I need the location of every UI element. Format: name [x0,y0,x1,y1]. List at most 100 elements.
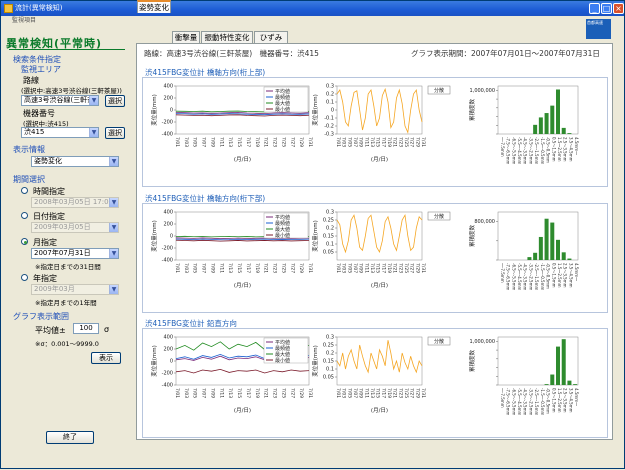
x-tick-label: 7/21 [263,263,269,273]
y-tick-label: -200 [162,246,173,252]
bin-label: -2.5〜-1.5mm [534,137,539,165]
x-axis-label: (月/日) [234,156,251,163]
x-tick-label: 7/13 [227,388,233,398]
y-tick-label: 200 [163,347,173,353]
bin-label: 〜-7.5mm [500,137,505,157]
x-tick-label: 7/05 [192,388,198,398]
x-tick-label: 7/21 [263,137,269,147]
x-tick-label: 7/01 [174,263,180,273]
x-tick-label: 7/19 [386,137,392,147]
x-tick-label: 7/23 [272,388,278,398]
x-tick-label: 7/23 [272,137,278,147]
histogram-bar [556,89,560,134]
x-tick-label: 7/11 [363,388,369,398]
x-tick-label: 7/31 [307,137,313,147]
x-tick-label: 7/25 [280,388,286,398]
y-tick-label: 0 [170,108,173,114]
histogram-bar [527,257,532,260]
bin-label: 3.5〜4.5mm [568,263,573,288]
y-axis-label: 累積度数 [468,99,476,122]
bin-label: -5.5〜-4.5mm [517,137,522,165]
x-tick-label: 7/07 [201,388,207,398]
x-tick-label: 7/15 [236,388,242,398]
y-tick-label: 0.05 [323,375,334,381]
bin-label: -6.5〜-5.5mm [511,388,516,416]
plot-area [497,336,579,386]
bin-label: 〜-7.5mm [500,263,505,283]
histogram-bar [538,117,543,134]
bin-label: -2.5〜-1.5mm [534,388,539,416]
bin-label: 0.5〜1.5mm [551,388,556,413]
histogram-bar [533,124,538,134]
x-tick-label: 7/23 [397,388,403,398]
x-tick-label: 7/11 [218,137,224,147]
bin-label: -1.5〜-0.5mm [540,388,545,416]
x-tick-label: 7/13 [227,137,233,147]
bin-label: 1.5〜2.5mm [557,388,562,413]
histogram-bar [544,218,549,260]
x-tick-label: 7/29 [298,263,304,273]
y-axis-label: 変位量(mm) [150,345,158,377]
x-tick-label: 7/11 [363,263,369,273]
histogram-bar [538,236,543,260]
charts-layer: -400-2000200400平均値最頻値最大値最小値7/01 7/03 7/05 7… [150,84,579,416]
app-window: 流計(異常検知) _ □ × 監視項目 異常検知(平常時) 検索条件指定 監視エ… [0,0,625,469]
legend-label: 最大値 [275,351,290,358]
x-tick-label: 7/29 [414,388,420,398]
x-tick-label: 7/17 [245,263,251,273]
x-tick-label: 7/01 [335,137,341,147]
legend-label: 最小値 [275,232,290,239]
x-tick-label: 7/13 [369,388,375,398]
y-tick-label: 800,000 [474,219,495,225]
x-tick-label: 7/03 [183,137,189,147]
legend-label: 平均値 [275,88,290,95]
plot-area [336,85,423,135]
x-tick-label: 7/05 [346,388,352,398]
y-tick-label: 0.25 [323,343,334,349]
y-tick-label: 0.3 [326,210,334,216]
y-tick-label: -400 [162,258,173,264]
x-tick-label: 7/27 [409,388,415,398]
bin-label: 3.5〜4.5mm [568,137,573,162]
x-tick-label: 7/21 [392,388,398,398]
dist-button-label: 分散 [434,87,444,94]
bin-label: 0.5〜1.5mm [551,137,556,162]
bin-label: -0.5〜0.5mm [546,137,551,163]
bin-label: 〜-7.5mm [500,388,505,408]
y-tick-label: -0.3 [324,132,334,138]
x-tick-label: 7/15 [236,137,242,147]
plot-area [497,85,579,135]
y-tick-label: 0.2 [326,351,334,357]
bin-label: 4.5mm〜 [574,388,579,406]
y-tick-label: 0.3 [326,335,334,341]
x-tick-label: 7/29 [298,137,304,147]
legend-label: 平均値 [275,214,290,221]
y-axis-label: 累積度数 [468,225,476,248]
x-tick-label: 7/07 [352,388,358,398]
plot-area [497,211,579,261]
histogram-bar [533,252,538,260]
plot-area [336,211,423,261]
y-tick-label: 1,000,000 [470,339,495,345]
bin-label: -0.5〜0.5mm [546,388,551,414]
y-tick-label: 200 [163,222,173,228]
x-tick-label: 7/09 [358,388,364,398]
y-tick-label: 0.3 [326,84,334,90]
legend-label: 最小値 [275,357,290,364]
x-tick-label: 7/29 [414,263,420,273]
bin-label: -6.5〜-5.5mm [511,263,516,291]
histogram-bar [544,384,549,385]
x-tick-label: 7/01 [335,388,341,398]
x-tick-label: 7/09 [209,263,215,273]
x-tick-label: 7/31 [420,263,426,273]
histogram-bar [561,127,566,134]
x-tick-label: 7/01 [174,388,180,398]
bin-label: -7.5〜-6.5mm [506,388,511,416]
bin-label: 1.5〜2.5mm [557,263,562,288]
y-tick-label: -0.1 [324,116,334,122]
x-tick-label: 7/07 [201,137,207,147]
bin-label: -2.5〜-1.5mm [534,263,539,291]
legend-label: 最大値 [275,226,290,233]
y-tick-label: 0.2 [326,226,334,232]
legend-label: 最頻値 [275,220,290,227]
